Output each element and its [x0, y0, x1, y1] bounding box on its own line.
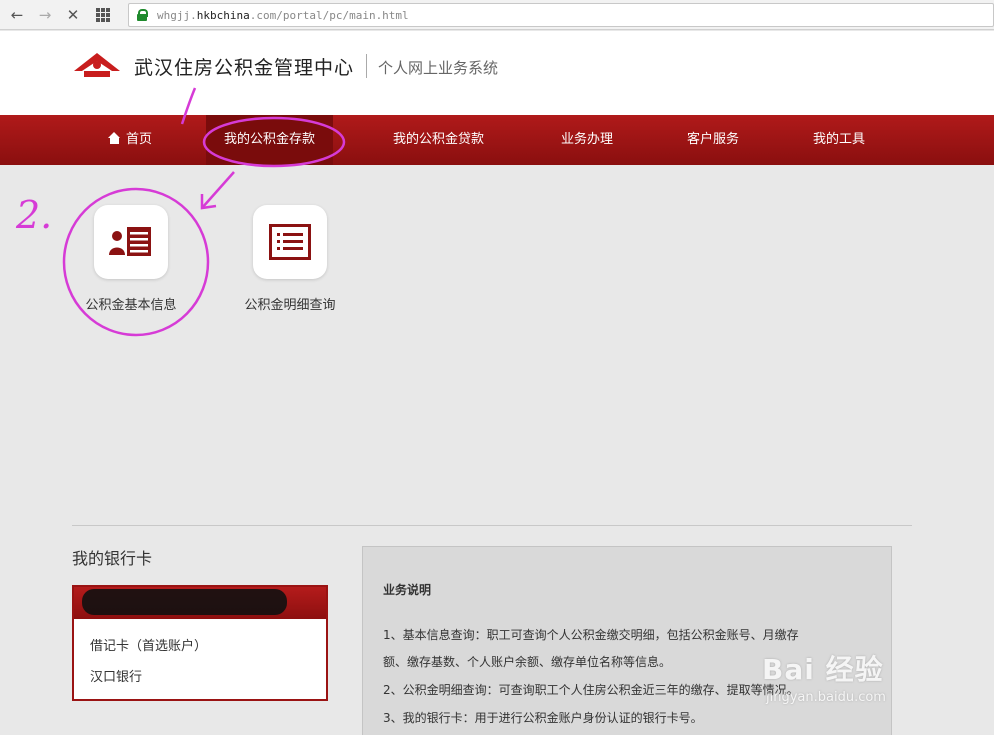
back-icon[interactable]: ← [6, 4, 28, 26]
redacted-card-number [82, 589, 287, 615]
bank-heading: 我的银行卡 [72, 549, 153, 568]
nav-business[interactable]: 业务办理 [561, 115, 613, 165]
info-title: 业务说明 [383, 583, 432, 597]
bank-card[interactable]: 借记卡（首选账户） 汉口银行 [72, 585, 328, 701]
apps-grid-icon[interactable] [96, 7, 110, 22]
info-line: 1、基本信息查询：职工可查询个人公积金缴交明细，包括公积金账号、月缴存 [383, 628, 799, 642]
info-line: 3、我的银行卡：用于进行公积金账户身份认证的银行卡号。 [383, 711, 703, 725]
section-divider [72, 525, 912, 526]
tile-detail-query-label: 公积金明细查询 [244, 298, 336, 313]
tile-basic-info-label: 公积金基本信息 [85, 298, 177, 313]
nav-deposit[interactable]: 我的公积金存款 [206, 115, 334, 165]
nav-tools[interactable]: 我的工具 [813, 115, 865, 165]
bank-card-header [74, 587, 326, 619]
nav-service[interactable]: 客户服务 [687, 115, 739, 165]
annotation-arrowhead [200, 194, 217, 210]
site-title: 武汉住房公积金管理中心 [134, 57, 355, 79]
bank-card-type: 借记卡（首选账户） [90, 639, 208, 654]
main-nav: 首页 我的公积金存款 我的公积金贷款 业务办理 客户服务 我的工具 [0, 115, 994, 165]
user-card-icon [109, 227, 151, 256]
forward-icon[interactable]: → [34, 4, 56, 26]
address-bar[interactable]: whgjj.hkbchina.com/portal/pc/main.html [128, 3, 994, 27]
home-icon [108, 132, 121, 144]
tile-detail-query[interactable]: 公积金明细查询 [220, 205, 360, 313]
nav-home[interactable]: 首页 [108, 115, 152, 165]
info-line: 额、缴存基数、个人账户余额、缴存单位名称等信息。 [383, 655, 672, 669]
browser-toolbar: ← → ✕ whgjj.hkbchina.com/portal/pc/main.… [0, 0, 994, 30]
site-header: 武汉住房公积金管理中心 个人网上业务系统 [0, 31, 994, 115]
baidu-watermark: Bai 经验 jingyan.baidu.com [762, 648, 962, 718]
tile-detail-query-box[interactable] [253, 205, 327, 279]
tile-basic-info[interactable]: 公积金基本信息 [61, 205, 201, 313]
logo-icon [74, 53, 120, 77]
lock-icon [137, 9, 148, 21]
title-divider [366, 54, 367, 78]
watermark-sub: jingyan.baidu.com [766, 690, 886, 705]
site-subtitle: 个人网上业务系统 [378, 59, 499, 77]
annotation-arrow [201, 171, 235, 209]
url-text: whgjj.hkbchina.com/portal/pc/main.html [157, 8, 409, 22]
annotation-mark-2: 2. [15, 193, 52, 237]
tile-basic-info-box[interactable] [94, 205, 168, 279]
nav-loan[interactable]: 我的公积金贷款 [393, 115, 484, 165]
info-line: 2、公积金明细查询：可查询职工个人住房公积金近三年的缴存、提取等情况。 [383, 683, 799, 697]
close-icon[interactable]: ✕ [62, 4, 84, 26]
list-icon [269, 224, 311, 260]
watermark-brand: Bai 经验 [762, 653, 884, 686]
bank-name: 汉口银行 [90, 670, 143, 685]
